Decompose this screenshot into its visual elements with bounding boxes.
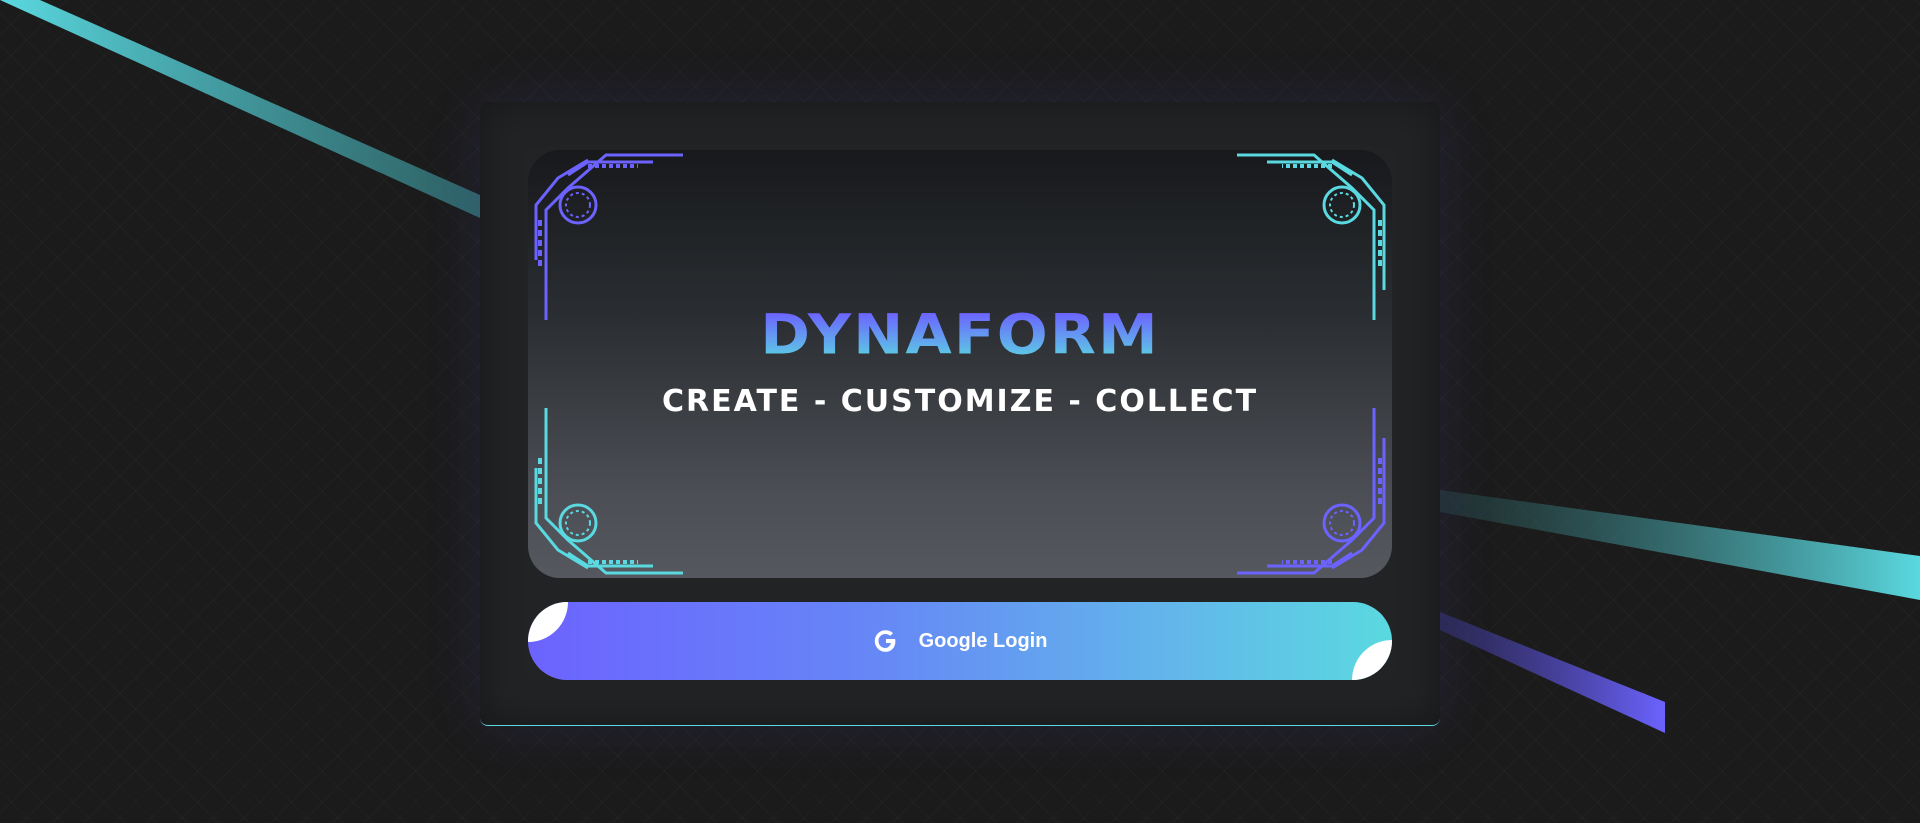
beam-top-left [0, 0, 480, 218]
google-login-label: Google Login [918, 629, 1048, 652]
frame-corner-top-right [1237, 153, 1386, 320]
google-icon [873, 628, 899, 654]
login-card: DYNAFORM CREATE - CUSTOMIZE - COLLECT Go… [480, 102, 1440, 726]
brand-banner: DYNAFORM CREATE - CUSTOMIZE - COLLECT [528, 150, 1392, 578]
button-corner-accent [1352, 640, 1392, 680]
frame-corner-bottom-left [534, 408, 683, 575]
frame-corner-bottom-right [1237, 408, 1386, 575]
beam-right-purple [1440, 612, 1665, 733]
app-title: DYNAFORM [528, 307, 1392, 362]
app-tagline: CREATE - CUSTOMIZE - COLLECT [661, 384, 1259, 419]
frame-corner-top-left [534, 153, 683, 320]
google-login-button[interactable]: Google Login [528, 602, 1392, 680]
button-corner-accent [528, 602, 568, 642]
beam-right-cyan [1440, 490, 1920, 600]
